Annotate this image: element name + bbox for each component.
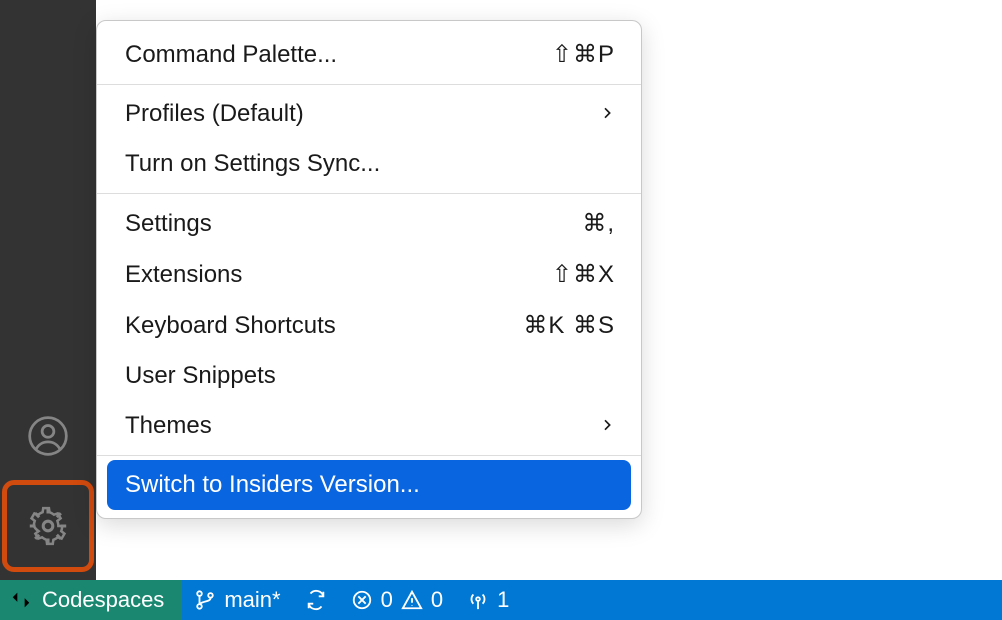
warning-icon [401, 589, 423, 611]
status-problems[interactable]: 0 0 [339, 580, 456, 620]
manage-button[interactable] [12, 490, 84, 562]
menu-label: Profiles (Default) [125, 100, 304, 128]
status-codespaces[interactable]: Codespaces [0, 580, 182, 620]
menu-label: Keyboard Shortcuts [125, 312, 336, 340]
menu-label: User Snippets [125, 362, 276, 390]
activity-bar [0, 0, 96, 580]
sync-icon [305, 589, 327, 611]
account-icon [26, 414, 70, 458]
menu-shortcut: ⇧⌘P [552, 40, 615, 69]
accounts-button[interactable] [12, 400, 84, 472]
menu-label: Command Palette... [125, 41, 337, 69]
error-icon [351, 589, 373, 611]
remote-icon [10, 589, 32, 611]
status-label: main* [224, 587, 280, 613]
menu-separator [97, 84, 641, 85]
menu-item-profiles[interactable]: Profiles (Default) [97, 89, 641, 139]
status-bar: Codespaces main* 0 0 1 [0, 580, 1002, 620]
menu-item-user-snippets[interactable]: User Snippets [97, 351, 641, 401]
menu-label: Settings [125, 210, 212, 238]
menu-item-keyboard-shortcuts[interactable]: Keyboard Shortcuts ⌘K ⌘S [97, 300, 641, 351]
status-ports[interactable]: 1 [455, 580, 521, 620]
menu-separator [97, 193, 641, 194]
status-branch[interactable]: main* [182, 580, 292, 620]
menu-label: Turn on Settings Sync... [125, 150, 380, 178]
menu-item-themes[interactable]: Themes [97, 401, 641, 451]
status-ports-count: 1 [497, 587, 509, 613]
status-warnings-count: 0 [431, 587, 443, 613]
menu-label: Switch to Insiders Version... [125, 471, 420, 499]
status-label: Codespaces [42, 587, 164, 613]
menu-item-extensions[interactable]: Extensions ⇧⌘X [97, 249, 641, 300]
menu-item-switch-insiders[interactable]: Switch to Insiders Version... [107, 460, 631, 510]
chevron-right-icon [599, 100, 615, 128]
manage-context-menu: Command Palette... ⇧⌘P Profiles (Default… [96, 20, 642, 519]
menu-shortcut: ⌘K ⌘S [523, 311, 615, 340]
manage-button-highlight [2, 480, 94, 572]
gear-icon [25, 503, 71, 549]
menu-separator [97, 455, 641, 456]
menu-shortcut: ⌘, [582, 209, 615, 238]
broadcast-icon [467, 589, 489, 611]
menu-item-settings-sync[interactable]: Turn on Settings Sync... [97, 139, 641, 189]
menu-label: Extensions [125, 261, 242, 289]
menu-item-command-palette[interactable]: Command Palette... ⇧⌘P [97, 29, 641, 80]
status-sync[interactable] [293, 580, 339, 620]
status-errors-count: 0 [381, 587, 393, 613]
git-branch-icon [194, 589, 216, 611]
menu-item-settings[interactable]: Settings ⌘, [97, 198, 641, 249]
chevron-right-icon [599, 412, 615, 440]
menu-shortcut: ⇧⌘X [552, 260, 615, 289]
menu-label: Themes [125, 412, 212, 440]
